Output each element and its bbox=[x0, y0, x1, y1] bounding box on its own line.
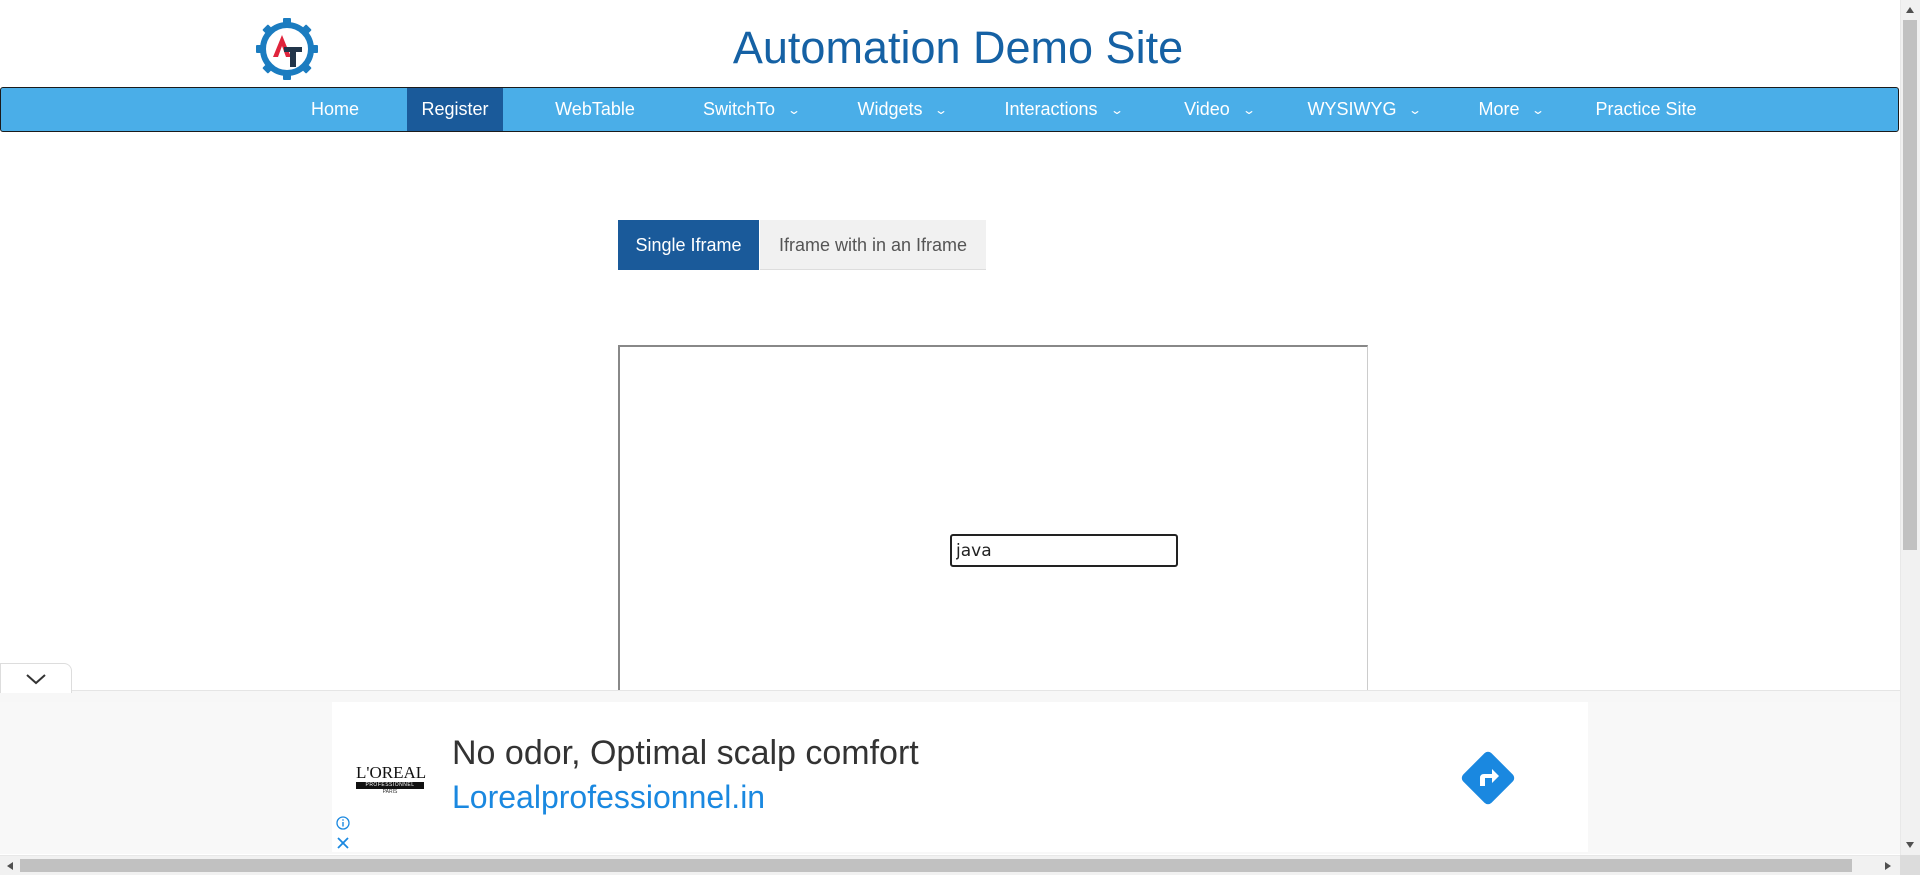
ad-link[interactable]: Lorealprofessionnel.in bbox=[452, 779, 765, 816]
tab-single-iframe[interactable]: Single Iframe bbox=[618, 220, 759, 270]
nav-wysiwyg[interactable]: WYSIWYG ⌄ bbox=[1297, 88, 1431, 131]
nav-switchto[interactable]: SwitchTo ⌄ bbox=[691, 88, 811, 131]
scroll-left-arrow-icon[interactable] bbox=[4, 860, 16, 872]
site-header: Automation Demo Site bbox=[0, 0, 1900, 87]
chevron-down-icon: ⌄ bbox=[1109, 103, 1124, 117]
ad-brand-logo[interactable]: L'OREAL PROFESSIONNEL PARIS bbox=[356, 764, 426, 795]
nav-webtable[interactable]: WebTable bbox=[541, 88, 649, 131]
info-icon[interactable] bbox=[335, 815, 351, 831]
nav-home[interactable]: Home bbox=[291, 88, 379, 131]
chevron-down-icon: ⌄ bbox=[1241, 103, 1256, 117]
nav-practice-site[interactable]: Practice Site bbox=[1581, 88, 1711, 131]
tab-iframe-within-iframe[interactable]: Iframe with in an Iframe bbox=[760, 220, 986, 270]
ad-collapse-toggle[interactable] bbox=[0, 663, 72, 693]
directions-arrow-icon[interactable] bbox=[1458, 748, 1518, 808]
single-iframe-frame bbox=[618, 345, 1368, 705]
chevron-down-icon bbox=[26, 674, 46, 685]
nav-video[interactable]: Video ⌄ bbox=[1165, 88, 1273, 131]
nav-more[interactable]: More ⌄ bbox=[1463, 88, 1559, 131]
ad-shelf-divider bbox=[0, 690, 1900, 702]
close-icon[interactable] bbox=[335, 835, 351, 851]
scroll-down-arrow-icon[interactable] bbox=[1904, 839, 1916, 851]
horizontal-scrollbar-thumb[interactable] bbox=[20, 859, 1852, 872]
scroll-right-arrow-icon[interactable] bbox=[1882, 860, 1894, 872]
chevron-down-icon: ⌄ bbox=[934, 103, 949, 117]
nav-interactions[interactable]: Interactions ⌄ bbox=[993, 88, 1133, 131]
nav-register[interactable]: Register bbox=[407, 88, 503, 131]
scroll-up-arrow-icon[interactable] bbox=[1904, 4, 1916, 16]
iframe-text-input[interactable] bbox=[950, 534, 1178, 567]
site-title: Automation Demo Site bbox=[732, 22, 1184, 73]
ad-banner[interactable] bbox=[332, 702, 1588, 852]
main-navbar: Home Register WebTable SwitchTo ⌄ Widgets… bbox=[0, 87, 1899, 132]
chevron-down-icon: ⌄ bbox=[1408, 103, 1423, 117]
chevron-down-icon: ⌄ bbox=[786, 103, 802, 117]
ad-headline[interactable]: No odor, Optimal scalp comfort bbox=[452, 734, 919, 773]
chevron-down-icon: ⌄ bbox=[1531, 103, 1546, 117]
scrollbar-corner bbox=[1900, 855, 1920, 875]
nav-widgets[interactable]: Widgets ⌄ bbox=[841, 88, 963, 131]
vertical-scrollbar-thumb[interactable] bbox=[1903, 20, 1917, 550]
